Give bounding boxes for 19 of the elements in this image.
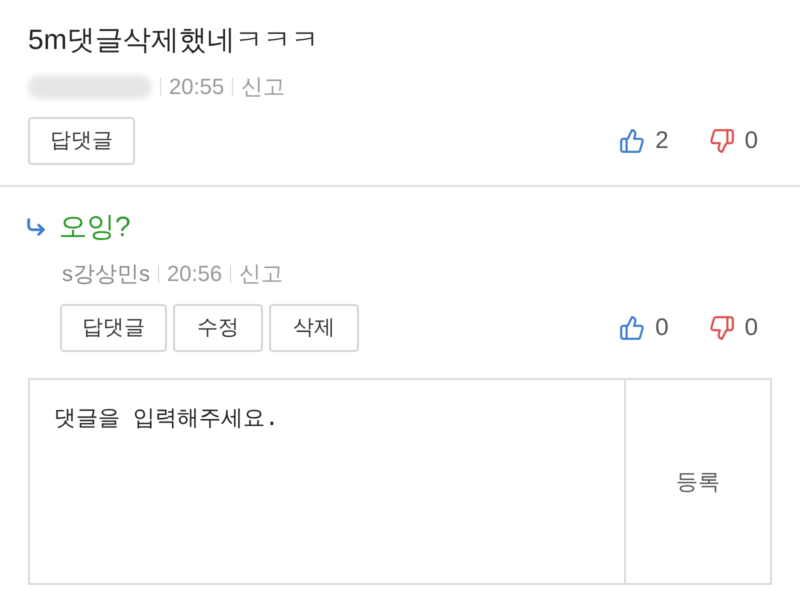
comment-action-button[interactable]: 수정: [173, 304, 263, 352]
author-name: s강상민s: [62, 260, 150, 288]
thumbs-up-icon[interactable]: [619, 315, 646, 341]
comment-time: 20:55: [169, 73, 224, 101]
comment-text: 오잉?: [59, 210, 131, 244]
dislike-count: 0: [744, 126, 758, 156]
like-count: 2: [655, 126, 669, 156]
comment-input-field[interactable]: 댓글을 입력해주세요.: [28, 378, 624, 585]
comment-text: 5m댓글삭제했네ㅋㅋㅋ: [28, 23, 319, 57]
thumbs-down-icon[interactable]: [708, 128, 735, 154]
thumbs-down-icon[interactable]: [708, 315, 735, 341]
comment-action-button[interactable]: 답댓글: [60, 304, 167, 352]
comment-action-button[interactable]: 삭제: [269, 304, 359, 352]
comment-action-button[interactable]: 답댓글: [28, 117, 135, 165]
submit-button[interactable]: 등록: [624, 378, 772, 585]
like-count: 0: [655, 313, 669, 343]
comment-time: 20:56: [167, 260, 222, 288]
dislike-count: 0: [744, 313, 758, 343]
thumbs-up-icon[interactable]: [619, 128, 646, 154]
